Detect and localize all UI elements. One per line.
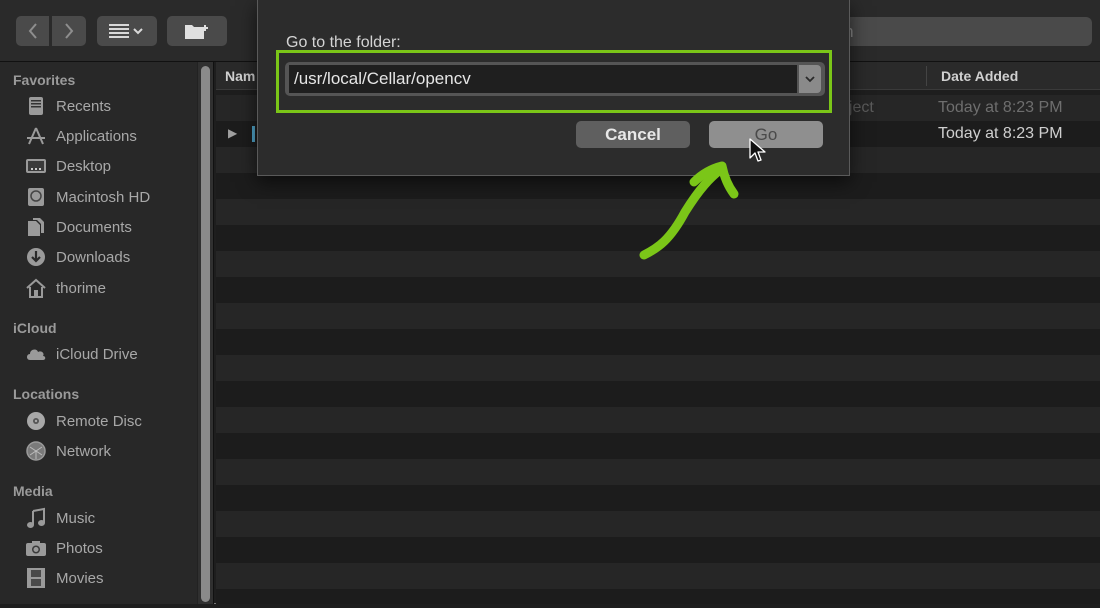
sidebar-item-label: Music xyxy=(56,509,96,527)
sidebar-item-music[interactable]: Music xyxy=(24,506,95,530)
home-icon xyxy=(24,278,48,298)
sidebar-item-label: Movies xyxy=(56,569,104,587)
sidebar-header-favorites: Favorites xyxy=(13,72,76,88)
search-field[interactable]: rch xyxy=(820,17,1092,46)
sidebar-item-recents[interactable]: Recents xyxy=(24,94,111,118)
disclosure-triangle-icon[interactable]: ▶ xyxy=(228,126,237,140)
empty-row xyxy=(216,563,1100,589)
empty-row xyxy=(216,433,1100,459)
annotation-arrow-icon xyxy=(639,161,739,260)
column-date-added-header[interactable]: Date Added xyxy=(941,68,1018,84)
sidebar-item-label: Photos xyxy=(56,539,103,557)
empty-row xyxy=(216,329,1100,355)
sidebar-item-desktop[interactable]: Desktop xyxy=(24,154,111,178)
forward-button[interactable] xyxy=(52,16,86,46)
back-button[interactable] xyxy=(16,16,49,46)
desktop-icon xyxy=(24,156,48,176)
mouse-cursor-icon xyxy=(749,138,766,162)
hard-drive-icon xyxy=(24,187,48,207)
list-view-icon xyxy=(109,24,143,38)
sidebar-item-label: Documents xyxy=(56,218,132,236)
empty-row xyxy=(216,485,1100,511)
chevron-right-icon xyxy=(65,23,74,39)
music-icon xyxy=(24,507,48,528)
empty-row xyxy=(216,355,1100,381)
empty-row xyxy=(216,511,1100,537)
annotation-highlight-box xyxy=(276,50,832,113)
film-icon xyxy=(24,568,48,588)
row-date-added: Today at 8:23 PM xyxy=(938,99,1063,116)
sidebar-item-applications[interactable]: Applications xyxy=(24,124,137,148)
sidebar-item-label: Network xyxy=(56,442,112,460)
sidebar-item-label: Macintosh HD xyxy=(56,188,151,206)
sidebar-header-media: Media xyxy=(13,483,53,499)
view-options-button[interactable] xyxy=(97,16,157,46)
finder-window: rch Favorites Recents Applications Deskt… xyxy=(0,0,1100,604)
sidebar-header-locations: Locations xyxy=(13,386,80,402)
column-name-header[interactable]: Nam xyxy=(225,68,255,84)
empty-row xyxy=(216,589,1100,604)
sidebar-item-label: Applications xyxy=(56,127,137,145)
sidebar-item-icloud-drive[interactable]: iCloud Drive xyxy=(24,342,138,366)
empty-row xyxy=(216,459,1100,485)
sidebar-item-label: Remote Disc xyxy=(56,412,142,430)
cancel-button[interactable]: Cancel xyxy=(576,121,690,148)
empty-row xyxy=(216,537,1100,563)
empty-row xyxy=(216,381,1100,407)
network-icon xyxy=(24,441,48,461)
folder-icon xyxy=(252,126,255,142)
applications-icon xyxy=(24,126,48,146)
empty-row xyxy=(216,407,1100,433)
recents-icon xyxy=(24,96,48,116)
new-folder-icon xyxy=(185,25,208,39)
sidebar-item-network[interactable]: Network xyxy=(24,439,111,463)
sidebar-item-downloads[interactable]: Downloads xyxy=(24,245,130,269)
camera-icon xyxy=(24,538,48,558)
cloud-icon xyxy=(24,344,48,364)
column-separator[interactable] xyxy=(926,66,927,86)
empty-row xyxy=(216,277,1100,303)
sidebar-item-documents[interactable]: Documents xyxy=(24,215,132,239)
row-date-added: Today at 8:23 PM xyxy=(938,125,1063,142)
sidebar-header-icloud: iCloud xyxy=(13,320,57,336)
sidebar-item-label: Downloads xyxy=(56,248,131,266)
downloads-icon xyxy=(24,247,48,267)
sidebar-item-movies[interactable]: Movies xyxy=(24,566,104,590)
chevron-left-icon xyxy=(28,23,37,39)
empty-row xyxy=(216,303,1100,329)
sidebar: Favorites Recents Applications Desktop M… xyxy=(0,62,197,604)
sidebar-item-label: iCloud Drive xyxy=(56,345,138,363)
sidebar-item-label: Desktop xyxy=(56,157,112,175)
disc-icon xyxy=(24,411,48,431)
new-folder-button[interactable] xyxy=(167,16,227,46)
sidebar-item-label: Recents xyxy=(56,97,112,115)
sidebar-scrollbar-thumb[interactable] xyxy=(201,66,210,602)
sidebar-item-remote-disc[interactable]: Remote Disc xyxy=(24,409,142,433)
sidebar-item-thorime[interactable]: thorime xyxy=(24,276,106,300)
sidebar-item-macintosh-hd[interactable]: Macintosh HD xyxy=(24,185,150,209)
documents-icon xyxy=(24,217,48,237)
sidebar-item-label: thorime xyxy=(56,279,107,297)
sidebar-item-photos[interactable]: Photos xyxy=(24,536,103,560)
